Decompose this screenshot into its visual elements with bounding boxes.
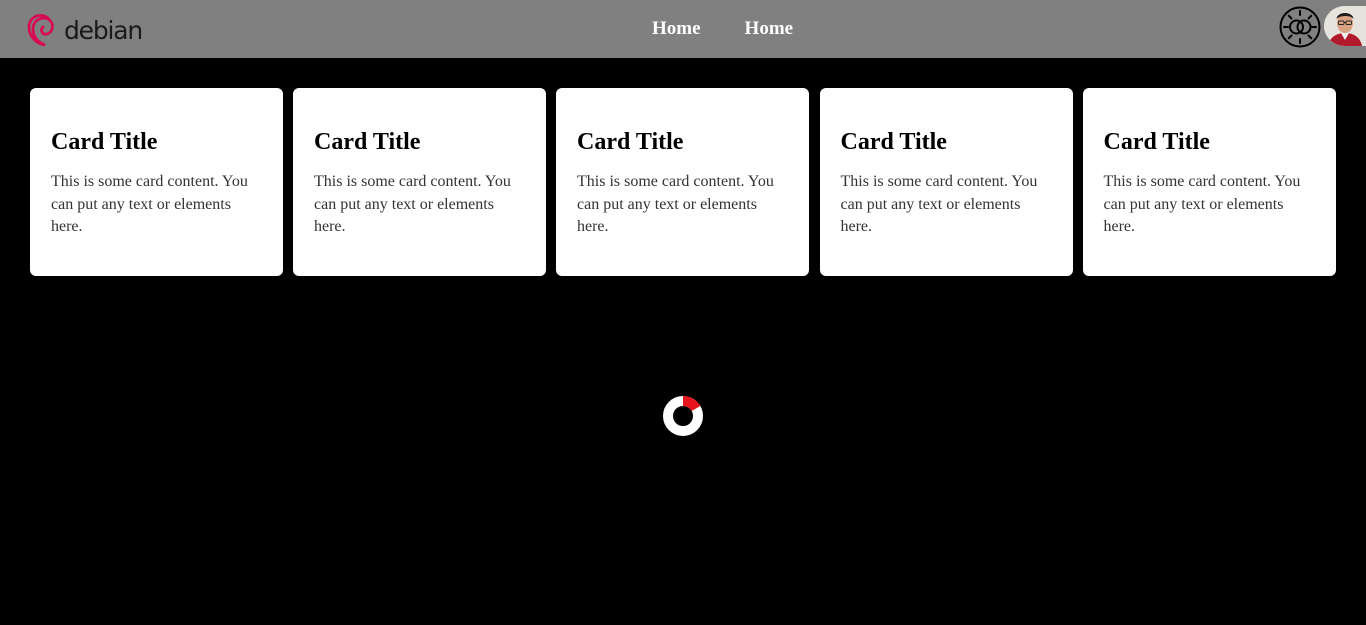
main-nav: Home Home [652, 0, 837, 58]
card-content: This is some card content. You can put a… [577, 173, 774, 235]
card: Card Title This is some card content. Yo… [30, 88, 283, 276]
card-title: Card Title [840, 129, 947, 155]
avatar-image [1324, 6, 1366, 46]
card-title: Card Title [1103, 129, 1210, 155]
card-title: Card Title [51, 129, 158, 155]
theme-toggle-button[interactable] [1279, 6, 1321, 48]
card-title: Card Title [577, 129, 684, 155]
debian-logo[interactable]: debian [26, 8, 143, 50]
card-content: This is some card content. You can put a… [51, 173, 248, 235]
card-title: Card Title [314, 129, 421, 155]
user-avatar[interactable] [1324, 6, 1366, 46]
card-content: This is some card content. You can put a… [314, 173, 511, 235]
debian-swirl-icon [27, 14, 54, 47]
card: Card Title This is some card content. Yo… [556, 88, 809, 276]
card: Card Title This is some card content. Yo… [293, 88, 546, 276]
card: Card Title This is some card content. Yo… [819, 88, 1073, 276]
nav-link-home-2[interactable]: Home [745, 18, 794, 40]
card-content: This is some card content. You can put a… [1103, 173, 1301, 235]
card-grid: Card Title This is some card content. Yo… [30, 88, 1346, 276]
card: Card Title This is some card content. Yo… [1082, 88, 1336, 276]
loading-spinner [663, 395, 703, 436]
brand-name: debian [64, 15, 143, 45]
nav-link-home[interactable]: Home [652, 18, 701, 40]
card-content: This is some card content. You can put a… [840, 173, 1038, 235]
sun-moon-icon [1279, 6, 1321, 48]
top-navbar: debian Home Home [0, 0, 1366, 58]
loading-spinner-icon [663, 395, 703, 436]
